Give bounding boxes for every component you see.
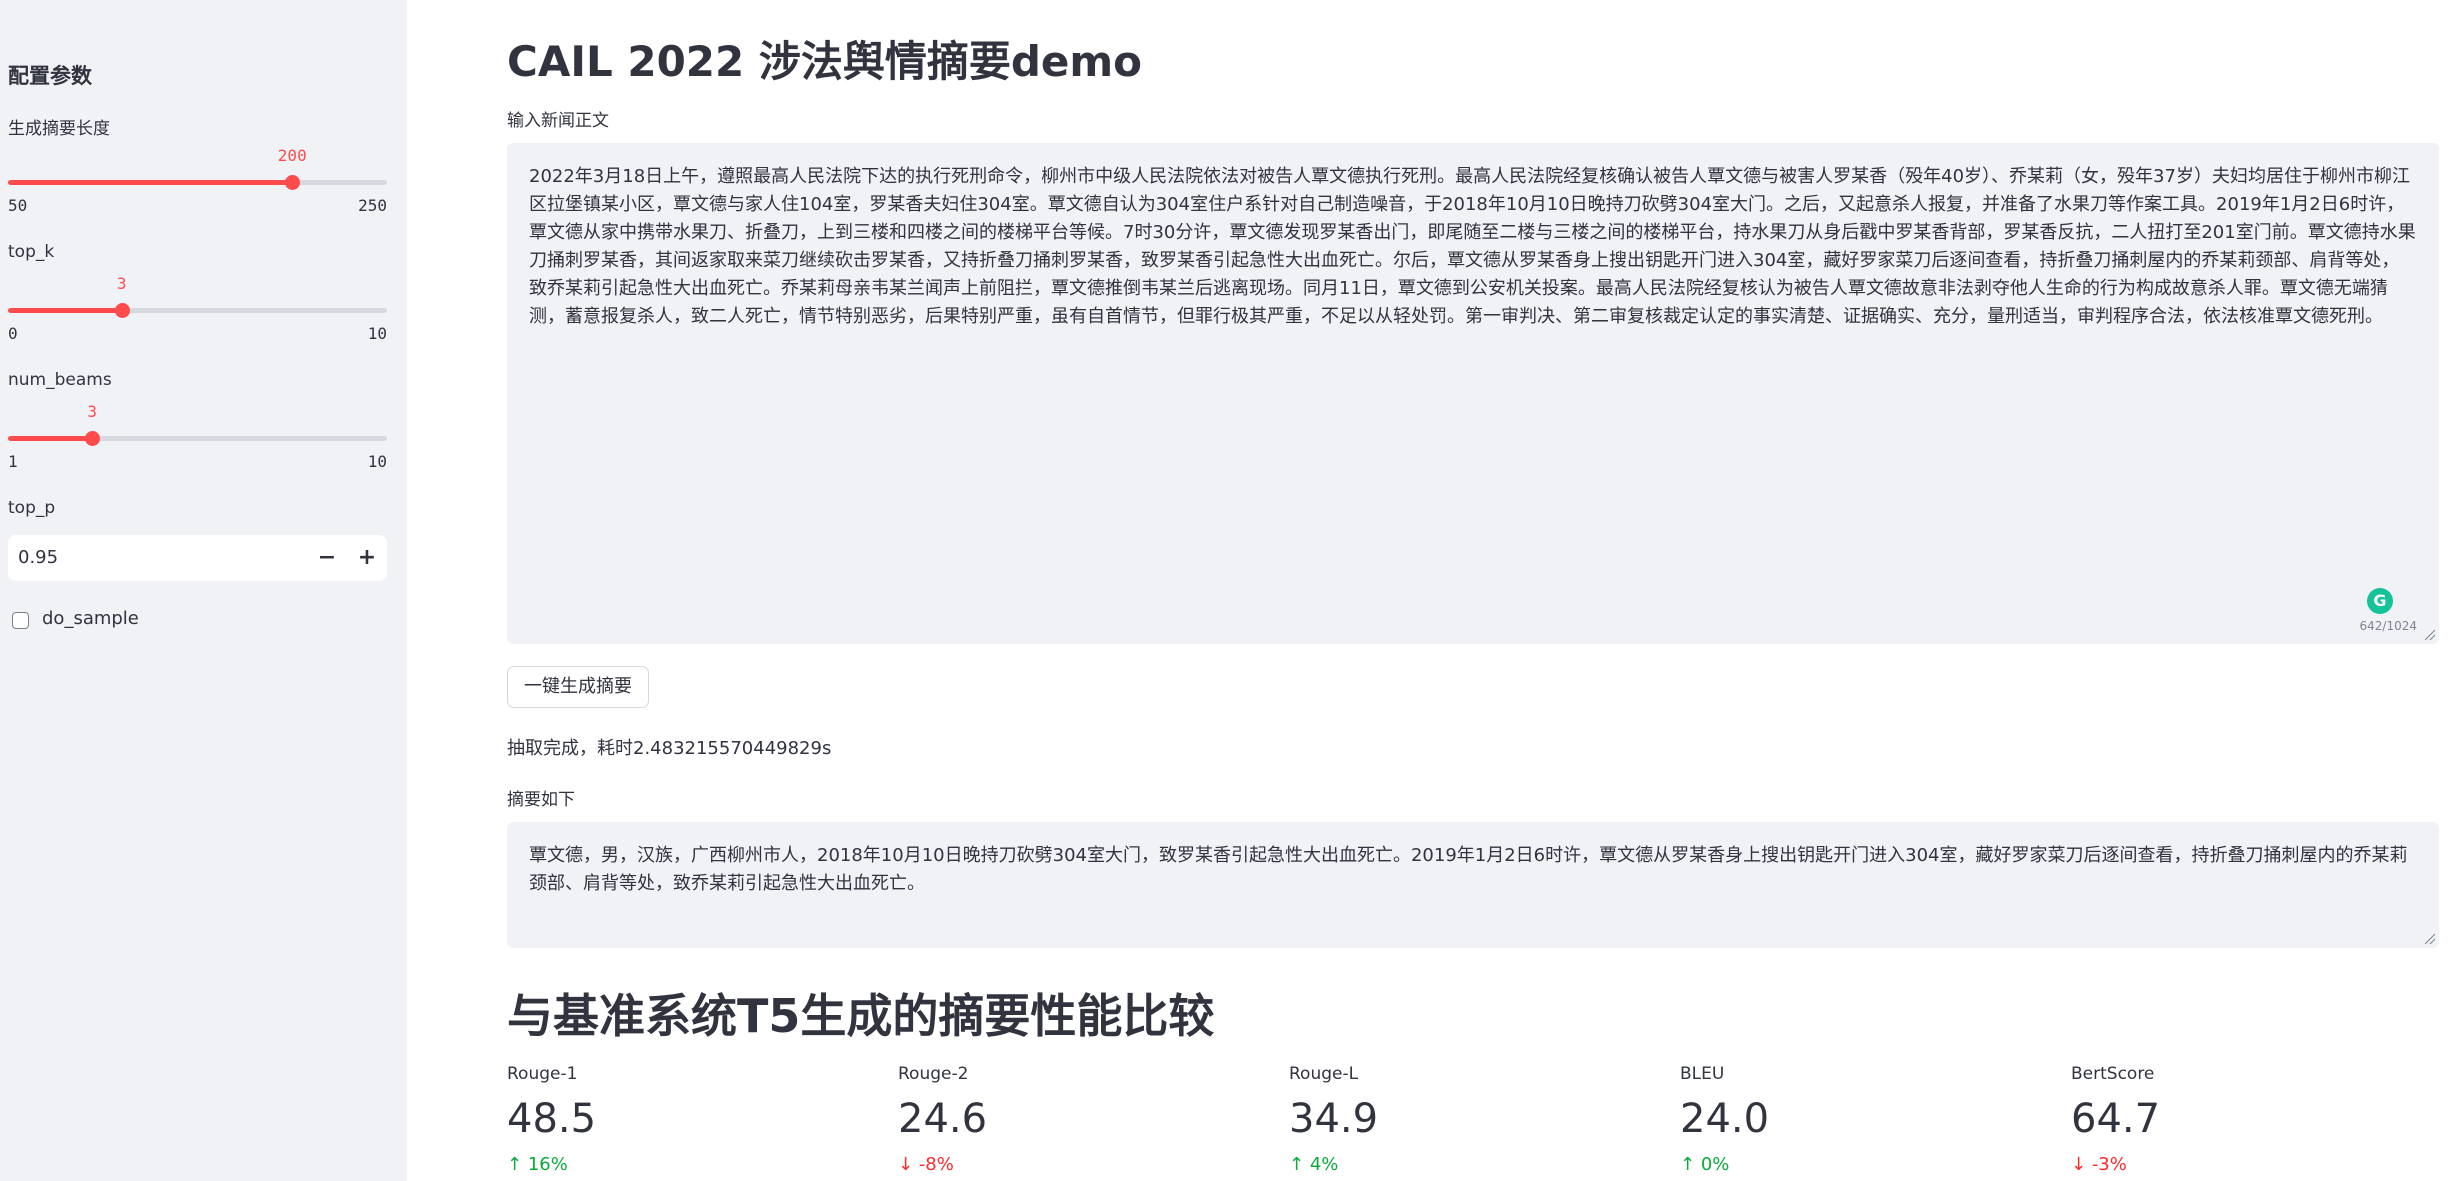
num-beams-label: num_beams bbox=[8, 370, 112, 390]
slider-fill bbox=[8, 308, 122, 313]
metric-delta-value: -8% bbox=[918, 1154, 954, 1175]
input-label: 输入新闻正文 bbox=[507, 111, 609, 131]
metric-value: 34.9 bbox=[1289, 1096, 1379, 1142]
metric-delta-value: 16% bbox=[527, 1154, 568, 1175]
metric-value: 64.7 bbox=[2071, 1096, 2161, 1142]
num-beams-slider[interactable]: 3 1 10 bbox=[8, 402, 387, 471]
arrow-up-icon: ↑ bbox=[1289, 1154, 1310, 1175]
slider-value: 3 bbox=[116, 274, 127, 293]
grammarly-icon[interactable]: G bbox=[2367, 588, 2393, 614]
do-sample-checkbox[interactable] bbox=[12, 612, 29, 629]
main-content: CAIL 2022 涉法舆情摘要demo 输入新闻正文 2022年3月18日上午… bbox=[407, 0, 2458, 1181]
metric-bleu: BLEU 24.0 ↑ 0% bbox=[1680, 1064, 2040, 1175]
metric-delta-value: -3% bbox=[2091, 1154, 2127, 1175]
slider-value: 3 bbox=[87, 402, 98, 421]
arrow-up-icon: ↑ bbox=[1680, 1154, 1701, 1175]
metric-delta-value: 4% bbox=[1309, 1154, 1339, 1175]
slider-max: 10 bbox=[367, 452, 387, 471]
arrow-down-icon: ↓ bbox=[2071, 1154, 2092, 1175]
metric-rouge-1: Rouge-1 48.5 ↑ 16% bbox=[507, 1064, 867, 1175]
summary-length-slider[interactable]: 200 50 250 bbox=[8, 146, 387, 215]
metric-rouge-l: Rouge-L 34.9 ↑ 4% bbox=[1289, 1064, 1649, 1175]
arrow-up-icon: ↑ bbox=[507, 1154, 528, 1175]
metric-label: BLEU bbox=[1680, 1064, 1725, 1084]
metric-label: Rouge-1 bbox=[507, 1064, 578, 1084]
comparison-title: 与基准系统T5生成的摘要性能比较 bbox=[507, 989, 1215, 1043]
summary-text-area[interactable]: 覃文德，男，汉族，广西柳州市人，2018年10月10日晚持刀砍劈304室大门，致… bbox=[507, 822, 2439, 948]
decrement-button[interactable]: − bbox=[309, 539, 345, 577]
news-text-area[interactable]: 2022年3月18日上午，遵照最高人民法院下达的执行死刑命令，柳州市中级人民法院… bbox=[507, 143, 2439, 644]
sidebar: 配置参数 生成摘要长度 200 50 250 top_k 3 0 10 num_… bbox=[0, 0, 407, 1181]
summary-length-label: 生成摘要长度 bbox=[8, 119, 110, 139]
top-p-value[interactable]: 0.95 bbox=[18, 547, 58, 568]
sidebar-title: 配置参数 bbox=[8, 64, 92, 88]
slider-fill bbox=[8, 180, 293, 185]
metric-bertscore: BertScore 64.7 ↓ -3% bbox=[2071, 1064, 2431, 1175]
resize-handle-icon[interactable] bbox=[2425, 934, 2435, 944]
summary-label: 摘要如下 bbox=[507, 790, 575, 810]
metric-delta: ↑ 4% bbox=[1289, 1154, 1649, 1175]
top-k-slider[interactable]: 3 0 10 bbox=[8, 274, 387, 343]
metric-delta-value: 0% bbox=[1700, 1154, 1730, 1175]
top-p-label: top_p bbox=[8, 498, 56, 518]
slider-max: 250 bbox=[358, 196, 387, 215]
slider-min: 1 bbox=[8, 452, 18, 471]
slider-max: 10 bbox=[367, 324, 387, 343]
increment-button[interactable]: + bbox=[349, 539, 385, 577]
do-sample-label[interactable]: do_sample bbox=[42, 608, 139, 629]
slider-min: 50 bbox=[8, 196, 28, 215]
arrow-down-icon: ↓ bbox=[898, 1154, 919, 1175]
top-k-label: top_k bbox=[8, 242, 55, 262]
metric-delta: ↓ -3% bbox=[2071, 1154, 2431, 1175]
resize-handle-icon[interactable] bbox=[2425, 630, 2435, 640]
generate-summary-button[interactable]: 一键生成摘要 bbox=[507, 666, 649, 708]
top-p-number-input[interactable]: 0.95 − + bbox=[8, 535, 387, 581]
metric-value: 48.5 bbox=[507, 1096, 597, 1142]
news-text: 2022年3月18日上午，遵照最高人民法院下达的执行死刑命令，柳州市中级人民法院… bbox=[529, 166, 2416, 327]
metric-label: Rouge-2 bbox=[898, 1064, 969, 1084]
slider-thumb[interactable] bbox=[114, 303, 130, 318]
char-counter: 642/1024 bbox=[2359, 619, 2418, 633]
slider-thumb[interactable] bbox=[285, 175, 301, 190]
status-text: 抽取完成，耗时2.483215570449829s bbox=[507, 738, 832, 759]
metric-value: 24.0 bbox=[1680, 1096, 1770, 1142]
slider-fill bbox=[8, 436, 93, 441]
metric-rouge-2: Rouge-2 24.6 ↓ -8% bbox=[898, 1064, 1258, 1175]
metric-delta: ↓ -8% bbox=[898, 1154, 1258, 1175]
metric-delta: ↑ 16% bbox=[507, 1154, 867, 1175]
page-title: CAIL 2022 涉法舆情摘要demo bbox=[507, 37, 1143, 86]
slider-value: 200 bbox=[277, 146, 307, 165]
metric-label: BertScore bbox=[2071, 1064, 2155, 1084]
slider-min: 0 bbox=[8, 324, 18, 343]
metric-delta: ↑ 0% bbox=[1680, 1154, 2040, 1175]
metric-value: 24.6 bbox=[898, 1096, 988, 1142]
slider-thumb[interactable] bbox=[85, 431, 101, 446]
summary-text: 覃文德，男，汉族，广西柳州市人，2018年10月10日晚持刀砍劈304室大门，致… bbox=[529, 845, 2408, 894]
metric-label: Rouge-L bbox=[1289, 1064, 1359, 1084]
